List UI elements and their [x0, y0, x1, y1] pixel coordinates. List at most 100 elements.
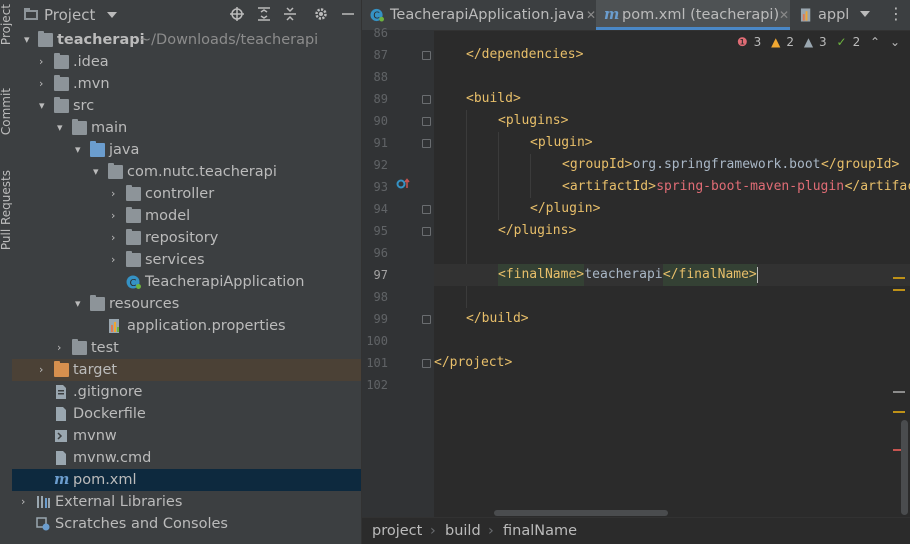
- tree-item-mvnw[interactable]: mvnw: [12, 425, 361, 447]
- tree-item-teacherapi-application[interactable]: C TeacherapiApplication: [12, 271, 361, 293]
- spring-class-icon: C: [370, 8, 384, 22]
- close-tab-icon[interactable]: ✕: [586, 0, 596, 30]
- tree-item-label: repository: [145, 230, 219, 246]
- code-token: <plugin>: [530, 135, 593, 150]
- tree-item-pom-xml[interactable]: m pom.xml: [12, 469, 361, 491]
- tree-item-controller[interactable]: › controller: [12, 183, 361, 205]
- fold-marker-icon[interactable]: [422, 227, 431, 236]
- hide-panel-icon[interactable]: [341, 7, 355, 21]
- tab-teacherapi-application[interactable]: C TeacherapiApplication.java ✕: [370, 0, 596, 30]
- warning-marker[interactable]: [893, 289, 905, 291]
- weak-warning-icon: ▲: [803, 35, 814, 49]
- fold-marker-icon[interactable]: [422, 359, 431, 368]
- vertical-scrollbar[interactable]: [901, 420, 908, 515]
- line-number: 93: [373, 180, 388, 194]
- tree-item-external-libraries[interactable]: › External Libraries: [12, 491, 361, 513]
- fold-marker-icon[interactable]: [422, 117, 431, 126]
- typo-icon: ✓: [836, 35, 847, 49]
- tree-item-mvn[interactable]: › .mvn: [12, 73, 361, 95]
- tree-item-java[interactable]: ▾ java: [12, 139, 361, 161]
- run-configuration-icon[interactable]: [396, 178, 410, 190]
- tree-item-idea[interactable]: › .idea: [12, 51, 361, 73]
- code-token: </dependencies>: [466, 47, 584, 62]
- line-number: 89: [373, 92, 388, 106]
- project-folder-icon: [24, 8, 38, 20]
- fold-marker-icon[interactable]: [422, 205, 431, 214]
- line-number: 98: [373, 290, 388, 304]
- tree-item-main[interactable]: ▾ main: [12, 117, 361, 139]
- warning-marker[interactable]: [893, 411, 905, 413]
- breadcrumb-separator: ›: [488, 523, 494, 539]
- tree-item-application-properties[interactable]: application.properties: [12, 315, 361, 337]
- tree-item-repository[interactable]: › repository: [12, 227, 361, 249]
- view-mode-dropdown-icon[interactable]: [107, 12, 117, 18]
- breadcrumb-item[interactable]: project: [372, 518, 422, 544]
- tree-item-label: com.nutc.teacherapi: [127, 164, 277, 180]
- expand-all-icon[interactable]: [257, 7, 271, 21]
- tree-item-mvnw-cmd[interactable]: mvnw.cmd: [12, 447, 361, 469]
- close-tab-icon[interactable]: ✕: [779, 0, 789, 30]
- breadcrumb-item[interactable]: finalName: [503, 518, 577, 544]
- collapse-all-icon[interactable]: [283, 7, 297, 21]
- tree-item-target[interactable]: › target: [12, 359, 361, 381]
- code-token: <plugins>: [498, 113, 569, 128]
- project-panel-header: Project: [12, 0, 361, 30]
- tree-item-package[interactable]: ▾ com.nutc.teacherapi: [12, 161, 361, 183]
- fold-marker-icon[interactable]: [422, 315, 431, 324]
- project-panel-title[interactable]: Project: [44, 6, 95, 24]
- more-tabs-icon[interactable]: ⋮: [888, 4, 904, 23]
- tree-item-scratches[interactable]: Scratches and Consoles: [12, 513, 361, 535]
- tree-item-model[interactable]: › model: [12, 205, 361, 227]
- folder-icon: [54, 75, 69, 91]
- breadcrumb-separator: ›: [430, 523, 436, 539]
- tree-item-src[interactable]: ▾ src: [12, 95, 361, 117]
- tab-application-properties[interactable]: appl: [800, 0, 860, 30]
- error-count: 3: [753, 35, 762, 49]
- tree-item-label: main: [91, 120, 128, 136]
- tree-item-label: TeacherapiApplication: [145, 274, 305, 290]
- gear-icon[interactable]: [314, 7, 328, 21]
- project-panel: Project ▾ teacherapi ~/Downloads/teacher…: [12, 0, 361, 544]
- tree-item-teacherapi[interactable]: ▾ teacherapi ~/Downloads/teacherapi: [12, 29, 361, 51]
- tree-item-label: mvnw: [73, 428, 117, 444]
- editor: C TeacherapiApplication.java ✕ m pom.xml…: [362, 0, 910, 544]
- tree-item-dockerfile[interactable]: Dockerfile: [12, 403, 361, 425]
- line-number: 90: [373, 114, 388, 128]
- line-number: 86: [373, 26, 388, 40]
- code-line: <artifactId> spring-boot-maven-plugin </ar…: [434, 176, 910, 198]
- horizontal-scrollbar[interactable]: [494, 510, 668, 516]
- spring-class-icon: C: [126, 275, 141, 289]
- previous-highlight-icon[interactable]: ⌃: [870, 35, 880, 49]
- folder-icon: [72, 119, 87, 135]
- line-number: 100: [366, 334, 388, 348]
- tree-item-resources[interactable]: ▾ resources: [12, 293, 361, 315]
- line-number: 96: [373, 246, 388, 260]
- tree-item-label: teacherapi: [57, 32, 145, 48]
- code-line: <finalName> teacherapi </finalName>: [434, 264, 910, 286]
- tab-list-dropdown-icon[interactable]: [860, 11, 870, 17]
- weak-warning-marker[interactable]: [893, 391, 905, 393]
- breadcrumb: project › build › finalName: [362, 517, 910, 544]
- tree-item-test[interactable]: › test: [12, 337, 361, 359]
- module-folder-icon: [38, 31, 53, 47]
- fold-marker-icon[interactable]: [422, 51, 431, 60]
- tree-item-services[interactable]: › services: [12, 249, 361, 271]
- tree-item-gitignore[interactable]: .gitignore: [12, 381, 361, 403]
- inspection-widget[interactable]: ❶3 ▲ 2 ▲ 3 ✓ 2 ⌃ ⌄: [731, 35, 900, 49]
- resources-folder-icon: [90, 295, 105, 311]
- tab-pom-xml[interactable]: m pom.xml (teacherapi) ✕: [596, 0, 790, 30]
- fold-marker-icon[interactable]: [422, 139, 431, 148]
- warning-marker[interactable]: [893, 277, 905, 279]
- breadcrumb-item[interactable]: build: [445, 518, 481, 544]
- code-area[interactable]: </dependencies> <build> <plugins> <plugin> <…: [434, 30, 910, 518]
- tree-item-label: target: [73, 362, 118, 378]
- code-token: </finalName>: [662, 264, 757, 286]
- text-cursor: [757, 267, 759, 283]
- package-icon: [126, 229, 141, 245]
- tree-item-label: Scratches and Consoles: [55, 516, 228, 532]
- locate-file-icon[interactable]: [230, 7, 244, 21]
- next-highlight-icon[interactable]: ⌄: [890, 35, 900, 49]
- fold-marker-icon[interactable]: [422, 95, 431, 104]
- tree-item-label: controller: [145, 186, 215, 202]
